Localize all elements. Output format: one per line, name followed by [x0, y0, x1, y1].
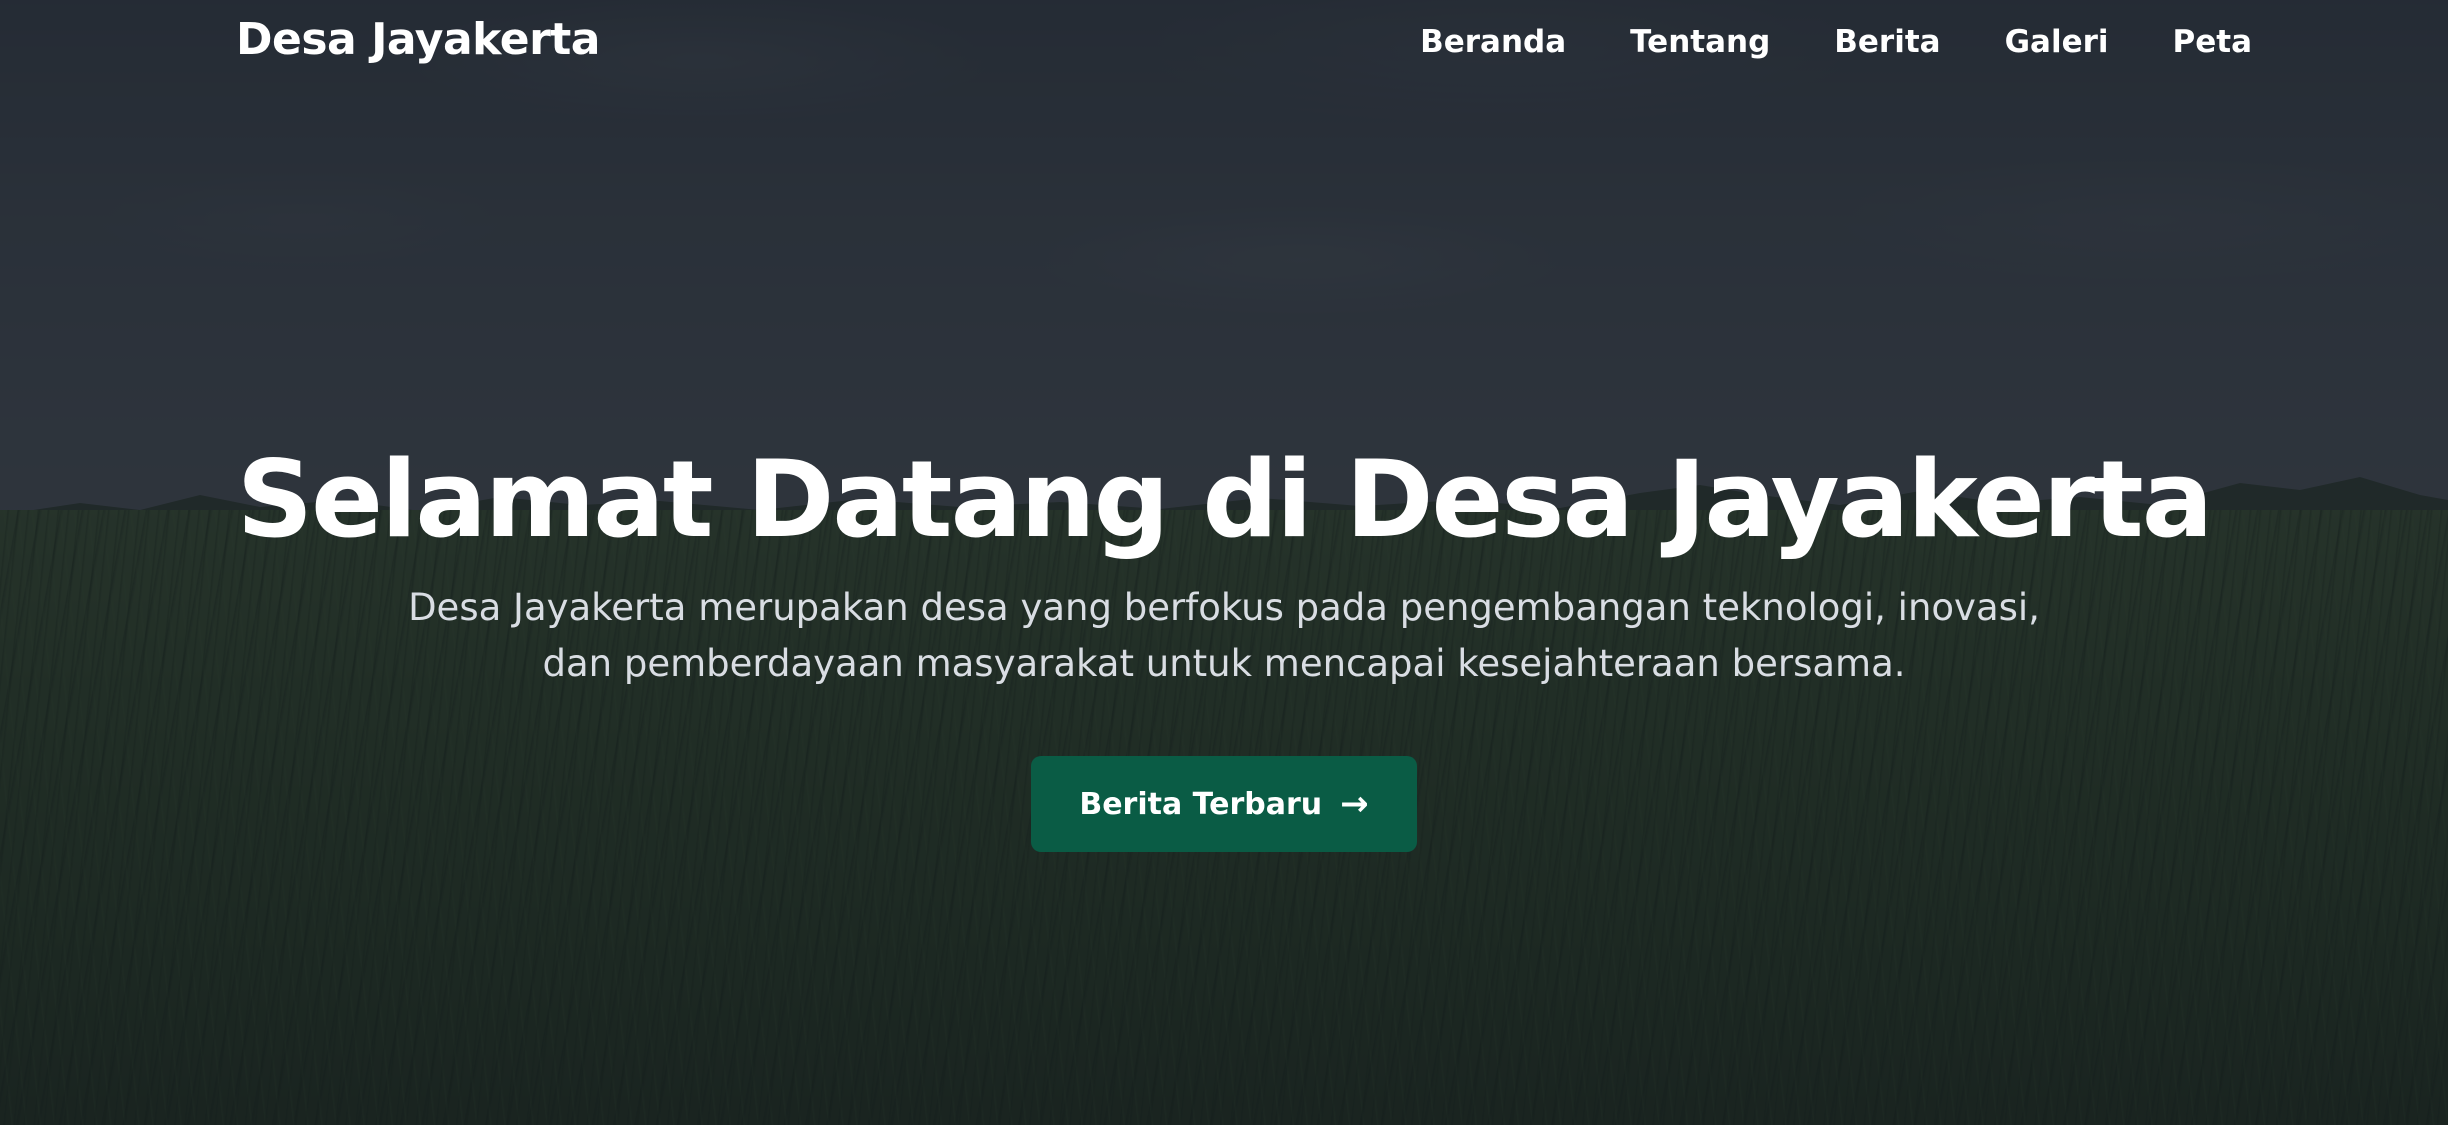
nav-item: Beranda [1420, 24, 1566, 60]
nav-link-beranda[interactable]: Beranda [1420, 24, 1566, 60]
hero-subtitle: Desa Jayakerta merupakan desa yang berfo… [408, 586, 2040, 685]
hero-section: Desa Jayakerta Beranda Tentang Berita Ga… [0, 0, 2448, 1125]
nav-item: Berita [1834, 24, 1940, 60]
latest-news-button[interactable]: Berita Terbaru → [1031, 756, 1417, 852]
nav-item: Peta [2173, 24, 2252, 60]
hero-content: Selamat Datang di Desa Jayakerta Desa Ja… [0, 430, 2448, 852]
nav-menu: Beranda Tentang Berita Galeri Peta [1420, 24, 2252, 60]
hero-title: Selamat Datang di Desa Jayakerta [236, 438, 2213, 561]
nav-link-tentang[interactable]: Tentang [1630, 24, 1770, 60]
navbar: Desa Jayakerta Beranda Tentang Berita Ga… [0, 0, 2448, 95]
nav-link-peta[interactable]: Peta [2173, 24, 2252, 60]
nav-item: Tentang [1630, 24, 1770, 60]
nav-item: Galeri [2005, 24, 2109, 60]
brand-logo-link[interactable]: Desa Jayakerta [236, 14, 601, 65]
nav-link-berita[interactable]: Berita [1834, 24, 1940, 60]
latest-news-button-label: Berita Terbaru [1079, 786, 1323, 822]
arrow-right-icon: → [1340, 784, 1369, 824]
nav-link-galeri[interactable]: Galeri [2005, 24, 2109, 60]
